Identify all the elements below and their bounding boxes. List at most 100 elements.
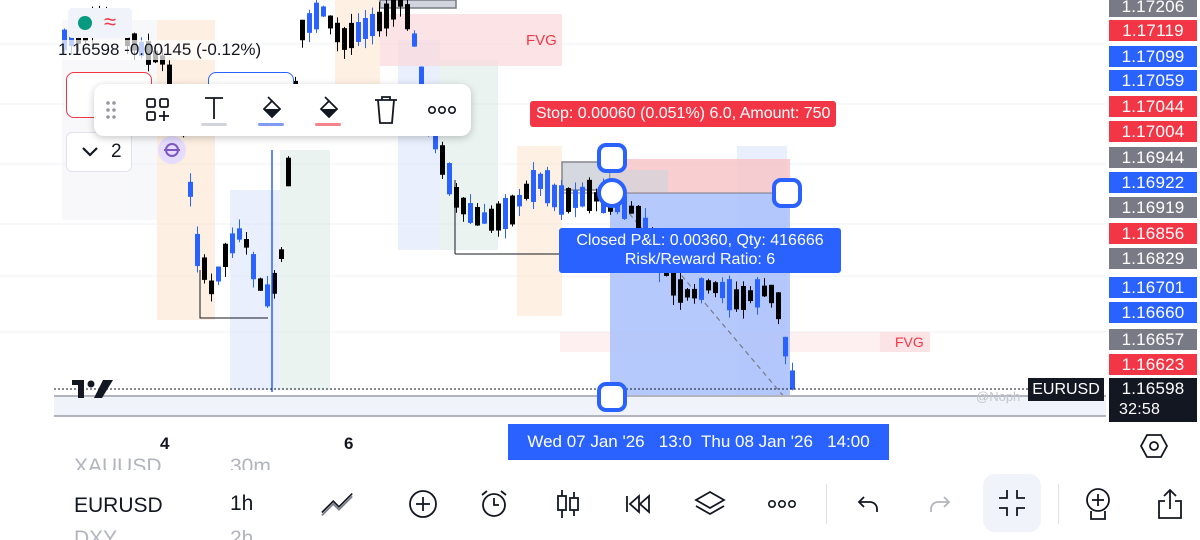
price-label: 1.17044 [1109,96,1197,117]
symbol-option-above[interactable]: XAUUSD [74,456,162,470]
candle-body [524,183,529,199]
candle-body [384,3,389,29]
add-icon[interactable] [405,486,441,522]
price-label: 1.16922 [1109,172,1197,193]
chart-pane[interactable]: FVG FVG @Noph Stop: 0.00060 (0.051%) 6.0… [0,0,1110,420]
target-handle[interactable] [597,382,627,412]
candle-body [286,157,291,187]
price-label: 1.16660 [1109,302,1197,323]
candle-body [237,228,242,240]
candle-body [692,288,697,299]
current-price-label: 1.16598 32:58 [1109,378,1197,422]
candle-body [706,280,711,291]
symbol-option-below[interactable]: DXY [74,530,117,540]
pnl-label: Closed P&L: 0.00360, Qty: 416666 Risk/Re… [559,228,841,273]
legend-status[interactable]: ≈ [68,8,132,38]
time-axis[interactable]: 4 6 Wed 07 Jan '26 13:0 Thu 08 Jan '26 1… [54,420,1104,466]
interval-option-below[interactable]: 2h [230,530,253,540]
price-label: 1.16856 [1109,223,1197,244]
candle-body [314,2,319,30]
divider [826,484,827,524]
candle-body [447,163,452,195]
chart-settings-icon[interactable] [1139,433,1169,464]
templates-icon[interactable] [138,92,178,128]
fvg-label-bottom: FVG [895,334,924,350]
chart-type-icon[interactable] [550,486,586,522]
candle-body [552,184,557,208]
delete-icon[interactable] [366,92,406,128]
candle-body [258,278,263,291]
symbol-selected[interactable]: EURUSD [74,494,163,518]
legend-indicator-count: 2 [111,141,122,162]
layers-icon[interactable] [692,486,728,522]
redo-icon[interactable] [922,486,958,522]
time-range-label: Wed 07 Jan '26 13:0 Thu 08 Jan '26 14:00 [508,424,889,460]
candle-body [496,203,501,231]
fill-color-icon[interactable] [251,92,291,128]
interval-selected[interactable]: 1h [230,492,253,516]
candle-body [209,280,214,295]
candle-body [587,179,592,211]
undo-icon[interactable] [850,486,886,522]
share-icon[interactable] [1152,486,1188,522]
candle-body [377,11,382,32]
stop-label: Stop: 0.00060 (0.051%) 6.0, Amount: 750 [530,101,837,127]
width-handle[interactable] [772,178,802,208]
candle-body [699,278,704,300]
chevron-down-icon [82,147,98,157]
candle-body [335,22,340,43]
zoom-icon[interactable] [1080,486,1116,522]
candle-body [748,290,753,302]
replay-icon[interactable] [620,486,656,522]
indicators-icon[interactable] [320,486,356,522]
text-icon[interactable] [194,92,234,128]
candle-body [475,206,480,226]
candle-body [356,22,361,42]
price-label: 1.17059 [1109,70,1197,91]
candle-body [328,15,333,29]
bar-countdown: 32:58 [1119,401,1161,418]
candle-body [202,257,207,280]
candle-body [755,279,760,308]
candle-body [405,4,410,30]
candle-body [265,284,270,307]
price-label: 1.16623 [1109,354,1197,375]
price-scale[interactable]: 1.17206 1.17119 1.17099 1.17059 1.17044 … [1106,0,1200,430]
entry-handle[interactable] [597,178,627,208]
more-options-icon[interactable] [764,486,800,522]
candle-body [531,170,536,202]
candle-body [412,33,417,47]
line-color-icon[interactable] [308,92,348,128]
price-change-text: 1.16598 -0.00145 (-0.12%) [58,40,262,60]
fullscreen-icon[interactable] [983,474,1041,532]
legend-collapse-button[interactable]: 2 [66,132,132,172]
candle-body [349,22,354,49]
stop-handle[interactable] [597,143,627,173]
candle-body [398,0,403,7]
sync-icon[interactable] [158,136,186,164]
price-label: 1.16829 [1109,248,1197,269]
divider [1058,484,1059,524]
more-icon[interactable] [422,92,462,128]
candle-body [307,13,312,33]
interval-option-above[interactable]: 30m [230,456,271,470]
drag-handle-icon[interactable] [94,92,128,128]
candle-body [342,28,347,50]
price-label: 1.17099 [1109,46,1197,67]
price-chart[interactable] [0,0,1110,420]
candle-body [363,18,368,39]
candle-body [769,284,774,304]
current-price-value: 1.16598 [1121,379,1185,398]
candle-body [468,203,473,223]
bottom-toolbar: XAUUSD EURUSD DXY 30m 1h 2h [0,456,1200,540]
candle-body [734,289,739,310]
candle-body [580,186,585,207]
drawing-toolbar [94,84,471,136]
candle-body [461,197,466,215]
candle-body [216,266,221,282]
market-open-dot-icon [78,16,92,30]
alert-icon[interactable] [476,486,512,522]
candle-body [776,292,781,320]
price-label: 1.16657 [1109,329,1197,350]
time-tick: 6 [344,434,354,453]
